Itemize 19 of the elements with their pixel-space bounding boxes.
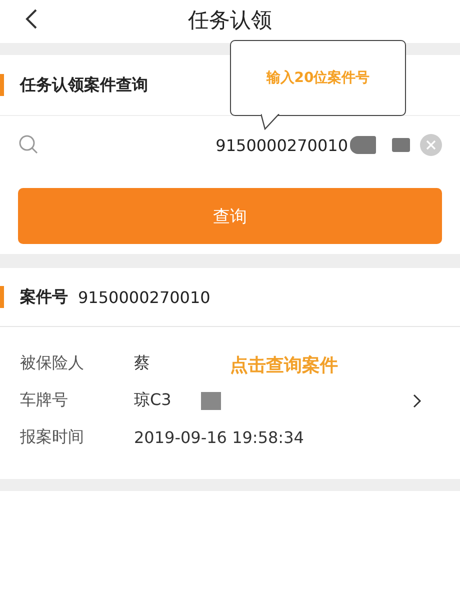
page-title: 任务认领 bbox=[188, 7, 272, 34]
field-label: 报案时间 bbox=[20, 427, 85, 448]
search-field[interactable]: 9150000270010 bbox=[0, 116, 460, 174]
field-value: 蔡 bbox=[134, 353, 150, 374]
field-label: 被保险人 bbox=[20, 353, 85, 374]
callout-tail bbox=[261, 114, 281, 130]
field-value: 琼C3 bbox=[134, 390, 172, 411]
case-number-label: 案件号 bbox=[20, 286, 68, 308]
field-label: 车牌号 bbox=[20, 390, 69, 411]
redaction-mark bbox=[201, 392, 222, 410]
annotation-text: 点击查询案件 bbox=[230, 354, 338, 377]
case-number: 9150000270010 bbox=[78, 288, 210, 306]
section-title: 任务认领案件查询 bbox=[20, 74, 148, 96]
back-icon[interactable] bbox=[24, 8, 38, 30]
field-value: 2019-09-16 19:58:34 bbox=[134, 428, 304, 447]
redaction-mark bbox=[350, 136, 376, 154]
chevron-icon[interactable] bbox=[412, 392, 422, 408]
search-icon bbox=[18, 134, 40, 156]
redaction-mark bbox=[392, 138, 410, 152]
